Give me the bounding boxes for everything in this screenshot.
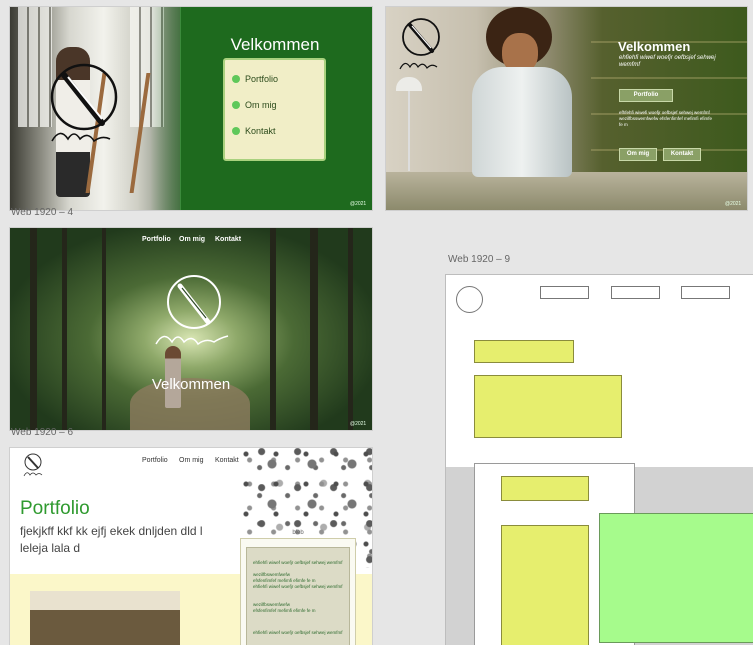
lead-text: fjekjkff kkf kk ejfj ekek dnljden dld l … (20, 524, 203, 555)
artboard-web-1920-6[interactable]: Portfolio Om mig Kontakt Portfolio fjekj… (9, 447, 373, 645)
menu-item-kontakt[interactable]: Kontakt (245, 126, 276, 136)
title-placeholder (474, 340, 574, 363)
panel-line: ehfiehfi wiwef woefjr oefbsjef sehwej we… (253, 584, 343, 589)
nav-kontakt[interactable]: Kontakt (215, 457, 239, 464)
panel-title: bleb (292, 530, 304, 536)
portfolio-button[interactable]: Portfolio (619, 89, 673, 102)
divider (180, 7, 181, 210)
panel-line: wezilfbswemfwefw (253, 572, 291, 577)
menu-box: Portfolio Om mig Kontakt (223, 58, 326, 161)
text-panel: bleb ehfiehfi wiwef woefjr oefbsjef sehw… (240, 530, 356, 645)
tree-trunk (310, 228, 318, 430)
nav-placeholder (540, 286, 589, 299)
menu-item-om-mig[interactable]: Om mig (245, 100, 277, 110)
subtitle: ehfiehfi wiwef woefjr oefbsjef sehwej we… (619, 55, 716, 68)
panel-line: ehfiehfi wiwef woefjr oefbsjef sehwej we… (253, 560, 343, 565)
panel-inner: ehfiehfi wiwef woefjr oefbsjef sehwej we… (246, 547, 350, 645)
pen-circle-logo-icon (155, 275, 229, 346)
bullet-icon (232, 101, 240, 109)
artboard-web-2[interactable]: Velkommen ehfiehfi wiwef woefjr oefbsjef… (385, 6, 748, 211)
tree-trunk (102, 228, 106, 430)
pen-circle-logo-icon (23, 453, 43, 477)
copyright: @2021 (350, 201, 367, 207)
nav-om-mig[interactable]: Om mig (179, 457, 204, 464)
page-title: Velkommen (151, 376, 231, 393)
bullet-icon (232, 75, 240, 83)
page-title: Velkommen (230, 35, 320, 54)
artboard-web-1920-4[interactable]: Portfolio Om mig Kontakt Velkommen @2021 (9, 227, 373, 431)
jacket-image (472, 67, 572, 177)
tree-trunk (30, 228, 37, 430)
kontakt-button[interactable]: Kontakt (663, 148, 701, 161)
body-text: efhfehfi wiwefi woefjr oefbsjef sehwej w… (619, 110, 713, 127)
copyright: @2021 (350, 421, 367, 427)
nav-portfolio[interactable]: Portfolio (142, 457, 168, 464)
logo-placeholder (456, 286, 483, 313)
tree-trunk (348, 228, 353, 430)
tree-trunk (62, 228, 67, 430)
page-title: Portfolio (20, 498, 90, 519)
text-placeholder (474, 375, 622, 438)
pen-circle-logo-icon (50, 63, 118, 143)
panel-line: wezilfbswemfwefw (253, 602, 291, 607)
panel-line: efsfenfimfef mefimfi efimfe fe m (253, 608, 316, 613)
tree-trunk (270, 228, 276, 430)
nav-kontakt[interactable]: Kontakt (215, 236, 241, 243)
card-image-placeholder (501, 525, 589, 645)
menu-item-portfolio[interactable]: Portfolio (245, 74, 278, 84)
lamp-stem (408, 91, 410, 171)
green-block-placeholder (599, 513, 753, 643)
copyright: @2021 (725, 201, 742, 207)
artboard-label[interactable]: Web 1920 – 4 (11, 207, 73, 218)
panel-line: ehfiehfi wiwef woefjr oefbsjef sehwej we… (253, 630, 343, 635)
artboard-web-1[interactable]: Velkommen Portfolio Om mig Kontakt @2021 (9, 6, 373, 211)
bullet-icon (232, 127, 240, 135)
artboard-label[interactable]: Web 1920 – 6 (11, 427, 73, 438)
nav-placeholder (611, 286, 660, 299)
panel-line: efsfenfimfef mefimfi efimfe fe m (253, 578, 316, 583)
artboard-label[interactable]: Web 1920 – 9 (448, 254, 510, 265)
portfolio-image (30, 591, 180, 645)
om-mig-button[interactable]: Om mig (619, 148, 657, 161)
artboard-web-1920-9[interactable] (445, 274, 753, 645)
nav-om-mig[interactable]: Om mig (179, 236, 205, 243)
card-title-placeholder (501, 476, 589, 501)
page-title: Velkommen (618, 39, 691, 54)
nav-placeholder (681, 286, 730, 299)
pen-circle-logo-icon (399, 18, 440, 70)
nav-portfolio[interactable]: Portfolio (142, 236, 171, 243)
designer-figure (472, 7, 572, 197)
